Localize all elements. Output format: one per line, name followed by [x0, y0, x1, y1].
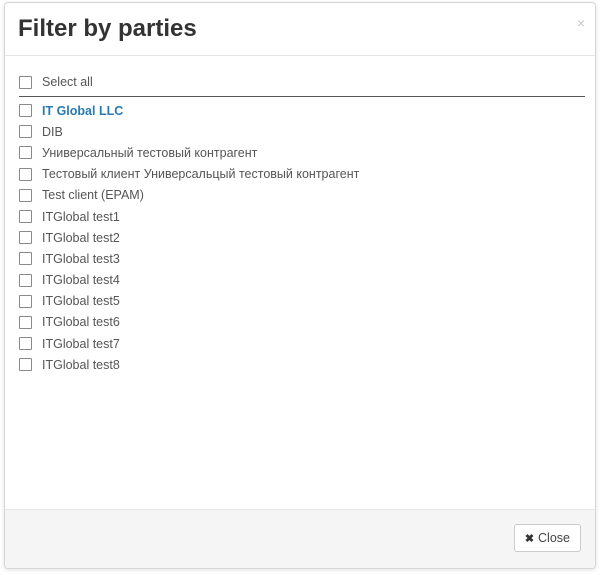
party-checkbox[interactable] — [19, 315, 32, 329]
party-checkbox[interactable] — [19, 273, 32, 287]
party-checkbox[interactable] — [19, 188, 32, 202]
party-label: ITGlobal test3 — [42, 251, 120, 266]
party-label: ITGlobal test8 — [42, 357, 120, 372]
party-item[interactable]: ITGlobal test6 — [19, 312, 359, 333]
filter-by-parties-dialog: Filter by parties × Select all IT Global… — [4, 2, 596, 569]
party-checkbox[interactable] — [19, 210, 32, 224]
dialog-body: Select all IT Global LLC DIB Универсальный… — [5, 56, 595, 510]
party-checkbox[interactable] — [19, 358, 32, 372]
party-checkbox[interactable] — [19, 104, 32, 118]
select-all-checkbox[interactable] — [19, 75, 32, 89]
party-label: ITGlobal test7 — [42, 336, 120, 351]
dialog-footer: ✖ Close — [5, 509, 595, 568]
party-checkbox[interactable] — [19, 337, 32, 351]
party-checkbox[interactable] — [19, 125, 32, 139]
close-button[interactable]: ✖ Close — [513, 524, 581, 552]
close-icon[interactable]: × — [577, 15, 585, 31]
party-label: ITGlobal test1 — [42, 209, 120, 224]
party-label: ITGlobal test5 — [42, 294, 120, 309]
party-checkbox[interactable] — [19, 294, 32, 308]
party-item[interactable]: Универсальный тестовый контрагент — [19, 142, 359, 163]
party-item[interactable]: Test client (EPAM) — [19, 185, 359, 206]
party-label: ITGlobal test6 — [42, 315, 120, 330]
select-all-item[interactable]: Select all — [19, 72, 585, 92]
party-item[interactable]: ITGlobal test2 — [19, 227, 359, 248]
party-label: Тестовый клиент Универсальцый тестовый к… — [42, 167, 360, 182]
party-checkbox[interactable] — [19, 231, 32, 245]
party-label: Test client (EPAM) — [42, 188, 144, 203]
times-icon: ✖ — [524, 532, 535, 545]
party-item[interactable]: ITGlobal test4 — [19, 270, 359, 291]
party-checkbox[interactable] — [19, 167, 32, 181]
party-label: DIB — [42, 124, 63, 139]
party-label: IT Global LLC — [42, 103, 124, 118]
party-label: ITGlobal test4 — [42, 273, 120, 288]
party-item[interactable]: ITGlobal test3 — [19, 248, 359, 269]
party-item[interactable]: ITGlobal test8 — [19, 354, 359, 375]
party-list: IT Global LLC DIB Универсальный тестовый к… — [19, 100, 359, 375]
party-item[interactable]: ITGlobal test5 — [19, 291, 359, 312]
party-label: ITGlobal test2 — [42, 230, 120, 245]
select-all-row: Select all — [19, 72, 585, 97]
dialog-title: Filter by parties — [18, 15, 197, 42]
party-checkbox[interactable] — [19, 146, 32, 160]
party-item[interactable]: ITGlobal test7 — [19, 333, 359, 354]
party-item[interactable]: Тестовый клиент Универсальцый тестовый к… — [19, 164, 359, 185]
party-checkbox[interactable] — [19, 252, 32, 266]
party-item[interactable]: ITGlobal test1 — [19, 206, 359, 227]
close-button-label: Close — [538, 531, 570, 545]
party-item[interactable]: IT Global LLC — [19, 100, 359, 121]
select-all-label: Select all — [42, 75, 93, 89]
dialog-header: Filter by parties × — [5, 3, 595, 56]
party-item[interactable]: DIB — [19, 121, 359, 142]
party-label: Универсальный тестовый контрагент — [42, 145, 258, 160]
